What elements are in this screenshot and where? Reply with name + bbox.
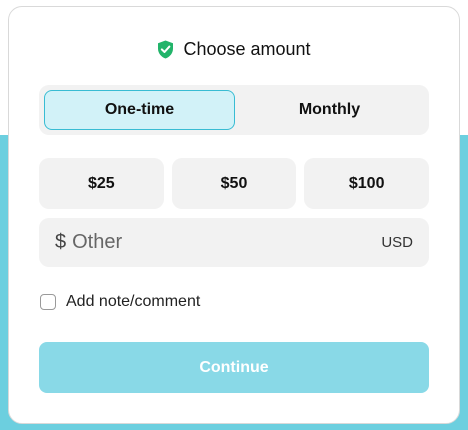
currency-symbol: $ [55, 231, 67, 253]
page-title: Choose amount [183, 38, 311, 59]
amount-25-button[interactable]: $25 [39, 158, 164, 209]
add-note-checkbox[interactable] [40, 294, 56, 310]
monthly-tab[interactable]: Monthly [235, 90, 424, 130]
donation-card: Choose amount One-time Monthly $25 $50 $… [8, 6, 460, 424]
add-note-option[interactable]: Add note/comment [40, 291, 200, 313]
amount-50-button[interactable]: $50 [171, 158, 297, 209]
one-time-tab[interactable]: One-time [44, 90, 235, 130]
card-header: Choose amount [9, 37, 459, 61]
currency-code: USD [381, 234, 413, 251]
add-note-label: Add note/comment [66, 293, 201, 310]
other-amount-field[interactable]: $ USD [39, 218, 429, 267]
frequency-toggle: One-time Monthly [39, 85, 429, 135]
preset-amounts: $25 $50 $100 [39, 158, 430, 209]
continue-button[interactable]: Continue [39, 342, 429, 393]
amount-100-button[interactable]: $100 [304, 158, 430, 209]
shield-check-icon [158, 40, 174, 58]
donation-page: Choose amount One-time Monthly $25 $50 $… [0, 0, 468, 430]
other-amount-input[interactable] [72, 231, 382, 254]
